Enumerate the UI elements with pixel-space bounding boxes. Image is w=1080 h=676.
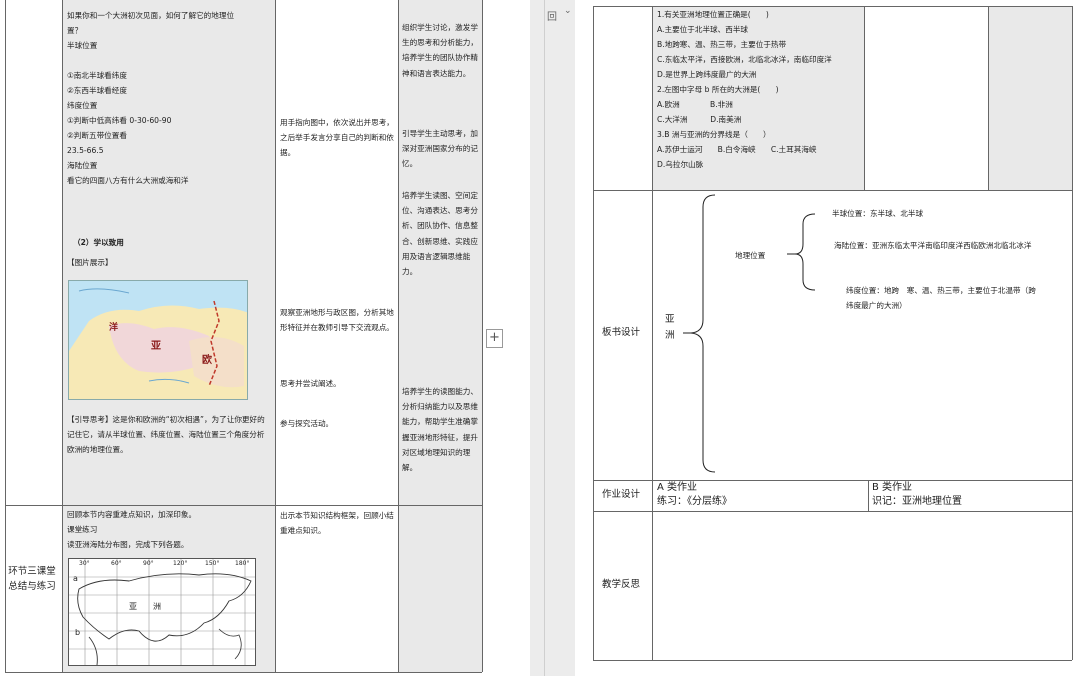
stage-title: 环节三课堂总结与练习 <box>8 566 56 592</box>
content-line: ①判断中低高纬看 0-30-60-90 <box>67 116 172 125</box>
homework-label: 作业设计 <box>602 489 641 500</box>
map-region-label: 亚 洲 <box>129 602 161 611</box>
question-line: D.乌拉尔山脉 <box>657 160 704 169</box>
content-line: 23.5-66.5 <box>67 146 104 155</box>
table-border <box>5 672 482 673</box>
teacher-activity-2: 观察亚洲地形与政区图，分析其地形特征并在教师引导下交流观点。 <box>280 308 394 333</box>
right-page: 1.有关亚洲地理位置正确是( ) A.主要位于北半球、西半球 B.地跨寒、温、热… <box>575 0 1080 676</box>
question-line: D.是世界上跨纬度最广的大洲 <box>657 70 757 79</box>
content-line: 置？ <box>67 26 83 35</box>
question-line: A.欧洲 B.非洲 <box>657 100 733 109</box>
longitude-tick: 120° <box>173 560 188 567</box>
left-page: 如果你和一个大洲初次见面，如何了解它的地理位 置？ 半球位置 ①南北半球看纬度 … <box>0 0 530 676</box>
board-main-title: 亚 洲 <box>665 314 675 341</box>
map-letter-b: b <box>75 628 81 637</box>
table-border <box>1072 6 1073 660</box>
question-line: 1.有关亚洲地理位置正确是( ) <box>657 10 769 19</box>
longitude-tick: 90° <box>143 560 154 567</box>
table-border <box>5 505 482 506</box>
table-border <box>5 0 6 672</box>
table-border <box>482 0 483 672</box>
map-label-asia: 亚 <box>151 341 161 352</box>
table-border <box>593 6 594 660</box>
table-border <box>62 0 63 672</box>
homework-a-text: 练习：《分层练》 <box>657 496 732 507</box>
table-border <box>868 480 869 511</box>
teacher-activity-4: 参与探究活动。 <box>280 419 334 428</box>
europe-map-image: 洋 亚 欧 <box>68 280 248 400</box>
question-line: A.主要位于北半球、西半球 <box>657 25 749 34</box>
table-border <box>864 6 865 190</box>
homework-b-text: 识记：亚洲地理位置 <box>872 496 962 507</box>
homework-a-title: A 类作业 <box>657 482 698 493</box>
intent-cell-shade-r <box>988 6 1072 190</box>
summary-line: 读亚洲海陆分布图，完成下列各题。 <box>67 540 189 549</box>
reflection-label: 教学反思 <box>602 579 641 590</box>
content-line: 如果你和一个大洲初次见面，如何了解它的地理位 <box>67 11 235 20</box>
content-line: 半球位置 <box>67 41 98 50</box>
picture-label: 【图片展示】 <box>67 258 113 267</box>
board-latitude: 纬度位置：地跨 寒、温、热三带，主要位于北温带（跨纬度最广的大洲） <box>846 286 1036 311</box>
teacher-activity-1: 用手指向图中，依次说出并思考，之后举手发言分享自己的判断和依据。 <box>280 118 394 158</box>
table-border <box>593 660 1072 661</box>
longitude-tick: 30° <box>79 560 90 567</box>
pane-divider[interactable] <box>544 0 545 676</box>
content-line: ②判断五带位置看 <box>67 131 127 140</box>
homework-b-title: B 类作业 <box>872 482 913 493</box>
table-border <box>652 6 653 660</box>
asia-grid-map: 30° 60° 90° 120° 150° 180° 亚 洲 a b <box>68 558 256 666</box>
question-line: B.地跨寒、温、热三带，主要位于热带 <box>657 40 787 49</box>
table-border <box>593 511 1072 512</box>
question-line: 3.B 洲与亚洲的分界线是（ ） <box>657 130 771 139</box>
table-border <box>275 0 276 672</box>
summary-line: 课堂练习 <box>67 525 98 534</box>
board-brace-diagram <box>683 194 816 473</box>
page-gap <box>530 0 575 676</box>
longitude-tick: 180° <box>235 560 250 567</box>
board-branch-label: 地理位置 <box>735 251 766 260</box>
design-intent-4: 培养学生的读图能力、分析归纳能力以及思维能力，帮助学生准确掌握亚洲地形特征，提升… <box>402 387 478 473</box>
blank-cell <box>593 6 652 190</box>
guide-text: 【引导思考】这是你和欧洲的“初次相遇”，为了让你更好的记住它，请从半球位置、纬度… <box>67 415 265 455</box>
board-hemisphere: 半球位置：东半球、北半球 <box>832 209 924 218</box>
intent-cell-shade-2 <box>398 506 482 672</box>
table-border <box>593 190 1072 191</box>
summary-line: 回顾本节内容重难点知识，加深印象。 <box>67 510 197 519</box>
table-border <box>988 6 989 190</box>
map-label-ocean: 洋 <box>109 323 119 333</box>
content-line: 海陆位置 <box>67 161 98 170</box>
content-line: ②东西半球看经度 <box>67 86 127 95</box>
question-line: C.大洋洲 D.南美洲 <box>657 115 742 124</box>
teacher-activity-3: 思考并尝试阐述。 <box>280 379 341 388</box>
chevron-down-icon[interactable]: ⌄ <box>564 6 572 16</box>
table-border <box>398 0 399 672</box>
design-intent-2: 引导学生主动思考，加深对亚洲国家分布的记忆。 <box>402 129 478 169</box>
teacher-summary: 出示本节知识结构框架，回顾小结重难点知识。 <box>280 511 394 536</box>
view-toggle-icon[interactable]: 回 <box>547 8 557 23</box>
question-line: A.苏伊士运河 B.白令海峡 C.土耳其海峡 <box>657 145 817 154</box>
question-line: C.东临太平洋，西接欧洲，北临北冰洋，南临印度洋 <box>657 55 832 64</box>
board-sea-land: 海陆位置：亚洲东临太平洋南临印度洋西临欧洲北临北冰洋 <box>834 241 1032 250</box>
add-button[interactable]: + <box>486 329 503 348</box>
section-heading: （2）学以致用 <box>73 238 124 247</box>
content-line: 纬度位置 <box>67 101 98 110</box>
content-line: ①南北半球看纬度 <box>67 71 127 80</box>
content-line: 看它的四面八方有什么大洲或海和洋 <box>67 176 189 185</box>
longitude-tick: 150° <box>205 560 220 567</box>
map-letter-a: a <box>73 574 78 583</box>
design-intent-1: 组织学生讨论，激发学生的思考和分析能力，培养学生的团队协作精神和语言表达能力。 <box>402 23 478 78</box>
board-design-label: 板书设计 <box>602 327 641 338</box>
longitude-tick: 60° <box>111 560 122 567</box>
question-line: 2.左图中字母 b 所在的大洲是( ) <box>657 85 779 94</box>
map-label-europe: 欧 <box>202 355 212 366</box>
design-intent-3: 培养学生读图、空间定位、沟通表达、思考分析、团队协作、信息整合、创新思维、实践应… <box>402 191 478 277</box>
